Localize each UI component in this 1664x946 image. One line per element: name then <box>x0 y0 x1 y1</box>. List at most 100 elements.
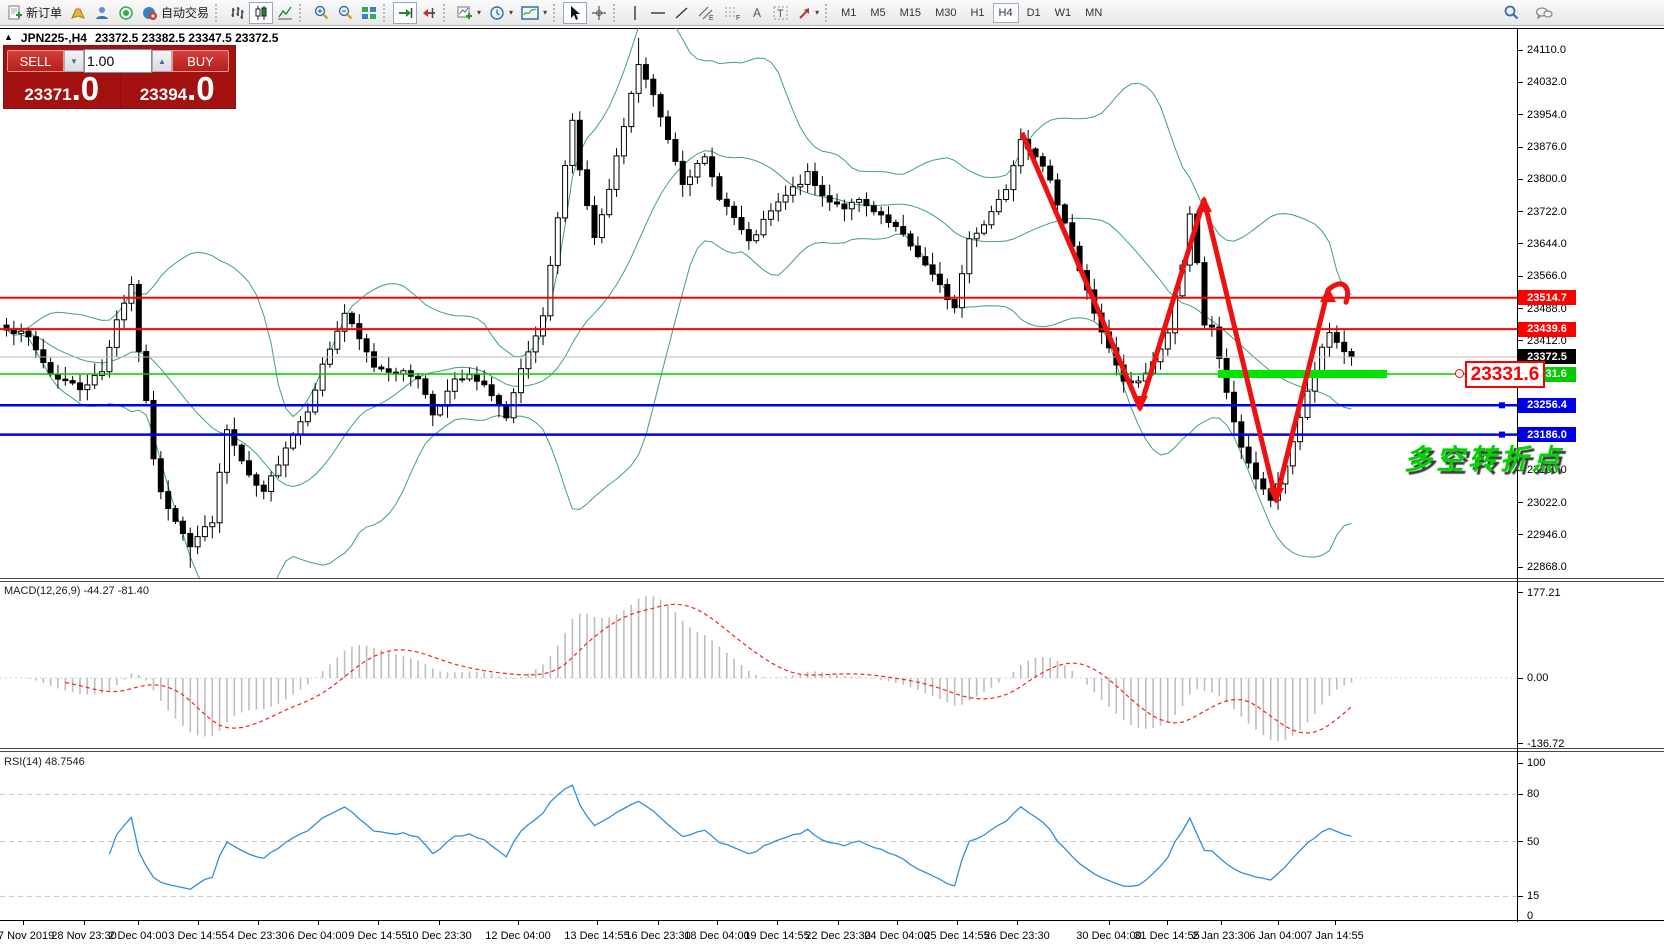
auto-trading-button[interactable]: 自动交易 <box>138 2 213 24</box>
line-chart-button[interactable] <box>273 2 297 24</box>
rsi-pane[interactable] <box>0 752 1517 920</box>
horizontal-line-button[interactable] <box>646 2 670 24</box>
chart-shift-button[interactable] <box>417 2 441 24</box>
signals-button[interactable] <box>114 2 138 24</box>
time-tick <box>1335 921 1336 925</box>
candle-body <box>1062 205 1067 223</box>
candle-body <box>651 79 656 94</box>
timeframe-mn[interactable]: MN <box>1079 3 1108 23</box>
label-anchor-dot[interactable] <box>1455 369 1464 378</box>
chinese-annotation[interactable]: 多空转折点 <box>1404 438 1564 478</box>
candle-body <box>790 187 795 195</box>
candle-body <box>996 200 1001 212</box>
macd-pane[interactable] <box>0 582 1517 748</box>
time-label: 27 Nov 2019 <box>0 930 54 942</box>
candle-body <box>158 459 163 492</box>
main-price-pane[interactable] <box>0 28 1517 578</box>
line-handle[interactable] <box>1499 432 1505 438</box>
candle-body <box>1327 333 1332 348</box>
one-click-collapse-arrow[interactable]: ▲ <box>4 32 13 45</box>
buy-button[interactable]: BUY <box>172 50 229 72</box>
price-tick-mark <box>1518 147 1523 148</box>
time-label: 7 Jan 14:55 <box>1306 930 1364 942</box>
mql5-button[interactable] <box>66 2 90 24</box>
zoom-in-icon <box>313 5 329 21</box>
candle-body <box>746 230 751 241</box>
horizontal-line-icon <box>650 5 666 21</box>
tile-windows-button[interactable] <box>357 2 381 24</box>
dropdown-caret: ▾ <box>509 8 513 17</box>
auto-scroll-button[interactable] <box>393 2 417 24</box>
candle-body <box>379 367 384 369</box>
timeframe-m5[interactable]: M5 <box>864 3 891 23</box>
text-button[interactable]: A <box>746 2 769 24</box>
candle-body <box>144 352 149 401</box>
buy-price[interactable]: 23394 .0 <box>120 74 236 110</box>
text-label-icon: T <box>773 5 789 21</box>
candle-body <box>291 435 296 449</box>
candle-body <box>349 313 354 323</box>
timeframe-m30[interactable]: M30 <box>929 3 962 23</box>
sell-button[interactable]: SELL <box>7 50 64 72</box>
volume-decrease-button[interactable]: ▼ <box>64 50 84 72</box>
price-tick-mark <box>1518 114 1523 115</box>
time-label: 16 Dec 23:30 <box>625 930 690 942</box>
indicators-button[interactable]: ▾ <box>453 2 485 24</box>
search-button[interactable] <box>1499 2 1523 24</box>
time-tick <box>318 921 319 925</box>
candle-body <box>776 202 781 211</box>
timeframe-m15[interactable]: M15 <box>894 3 927 23</box>
chat-button[interactable] <box>1531 2 1557 24</box>
timeframe-d1[interactable]: D1 <box>1021 3 1047 23</box>
zoom-out-button[interactable] <box>333 2 357 24</box>
text-label-button[interactable]: T <box>769 2 793 24</box>
price-level-label[interactable]: 23331.6 <box>1465 361 1545 388</box>
timeframe-w1[interactable]: W1 <box>1049 3 1078 23</box>
channel-icon: E <box>698 5 716 21</box>
buy-price-main: 23394 <box>140 85 187 105</box>
rsi-tick-mark <box>1518 763 1523 764</box>
zoom-in-button[interactable] <box>309 2 333 24</box>
volume-increase-button[interactable]: ▲ <box>152 50 172 72</box>
trendline-button[interactable] <box>670 2 694 24</box>
candle-body <box>621 127 626 156</box>
vertical-line-button[interactable] <box>623 2 646 24</box>
candle-body <box>1334 333 1339 343</box>
timeframe-m1[interactable]: M1 <box>835 3 862 23</box>
dropdown-caret: ▾ <box>477 8 481 17</box>
candle-body <box>298 422 303 435</box>
timeframe-h1[interactable]: H1 <box>964 3 990 23</box>
fibonacci-button[interactable]: F <box>720 2 746 24</box>
new-order-button[interactable]: 新订单 <box>3 2 66 24</box>
rsi-tick-mark <box>1518 841 1523 842</box>
dropdown-caret: ▾ <box>815 8 819 17</box>
equidistant-channel-button[interactable]: E <box>694 2 720 24</box>
price-tick: 23954.0 <box>1527 109 1567 121</box>
candle-body <box>548 265 553 315</box>
line-handle[interactable] <box>1499 402 1505 408</box>
candle-body <box>820 185 825 195</box>
macd-tick-mark <box>1518 592 1523 593</box>
candlestick-chart-button[interactable] <box>249 2 273 24</box>
timeframe-h4[interactable]: H4 <box>993 3 1019 23</box>
candle-body <box>989 212 994 225</box>
periods-button[interactable]: ▾ <box>485 2 517 24</box>
crosshair-icon <box>591 5 607 21</box>
toolbar-grip <box>443 4 449 22</box>
time-tick <box>23 921 24 925</box>
arrows-button[interactable]: ▾ <box>793 2 823 24</box>
cursor-icon <box>567 5 583 21</box>
candle-body <box>107 347 112 371</box>
toolbar-grip <box>383 4 389 22</box>
sell-price[interactable]: 23371 .0 <box>4 74 120 110</box>
time-tick <box>1167 921 1168 925</box>
cursor-button[interactable] <box>563 2 587 24</box>
candle-body <box>599 215 604 238</box>
candle-body <box>680 161 685 184</box>
templates-button[interactable]: ▾ <box>517 2 551 24</box>
community-button[interactable] <box>90 2 114 24</box>
bar-chart-button[interactable] <box>225 2 249 24</box>
crosshair-button[interactable] <box>587 2 611 24</box>
candle-body <box>180 521 185 533</box>
candle-body <box>563 166 568 218</box>
